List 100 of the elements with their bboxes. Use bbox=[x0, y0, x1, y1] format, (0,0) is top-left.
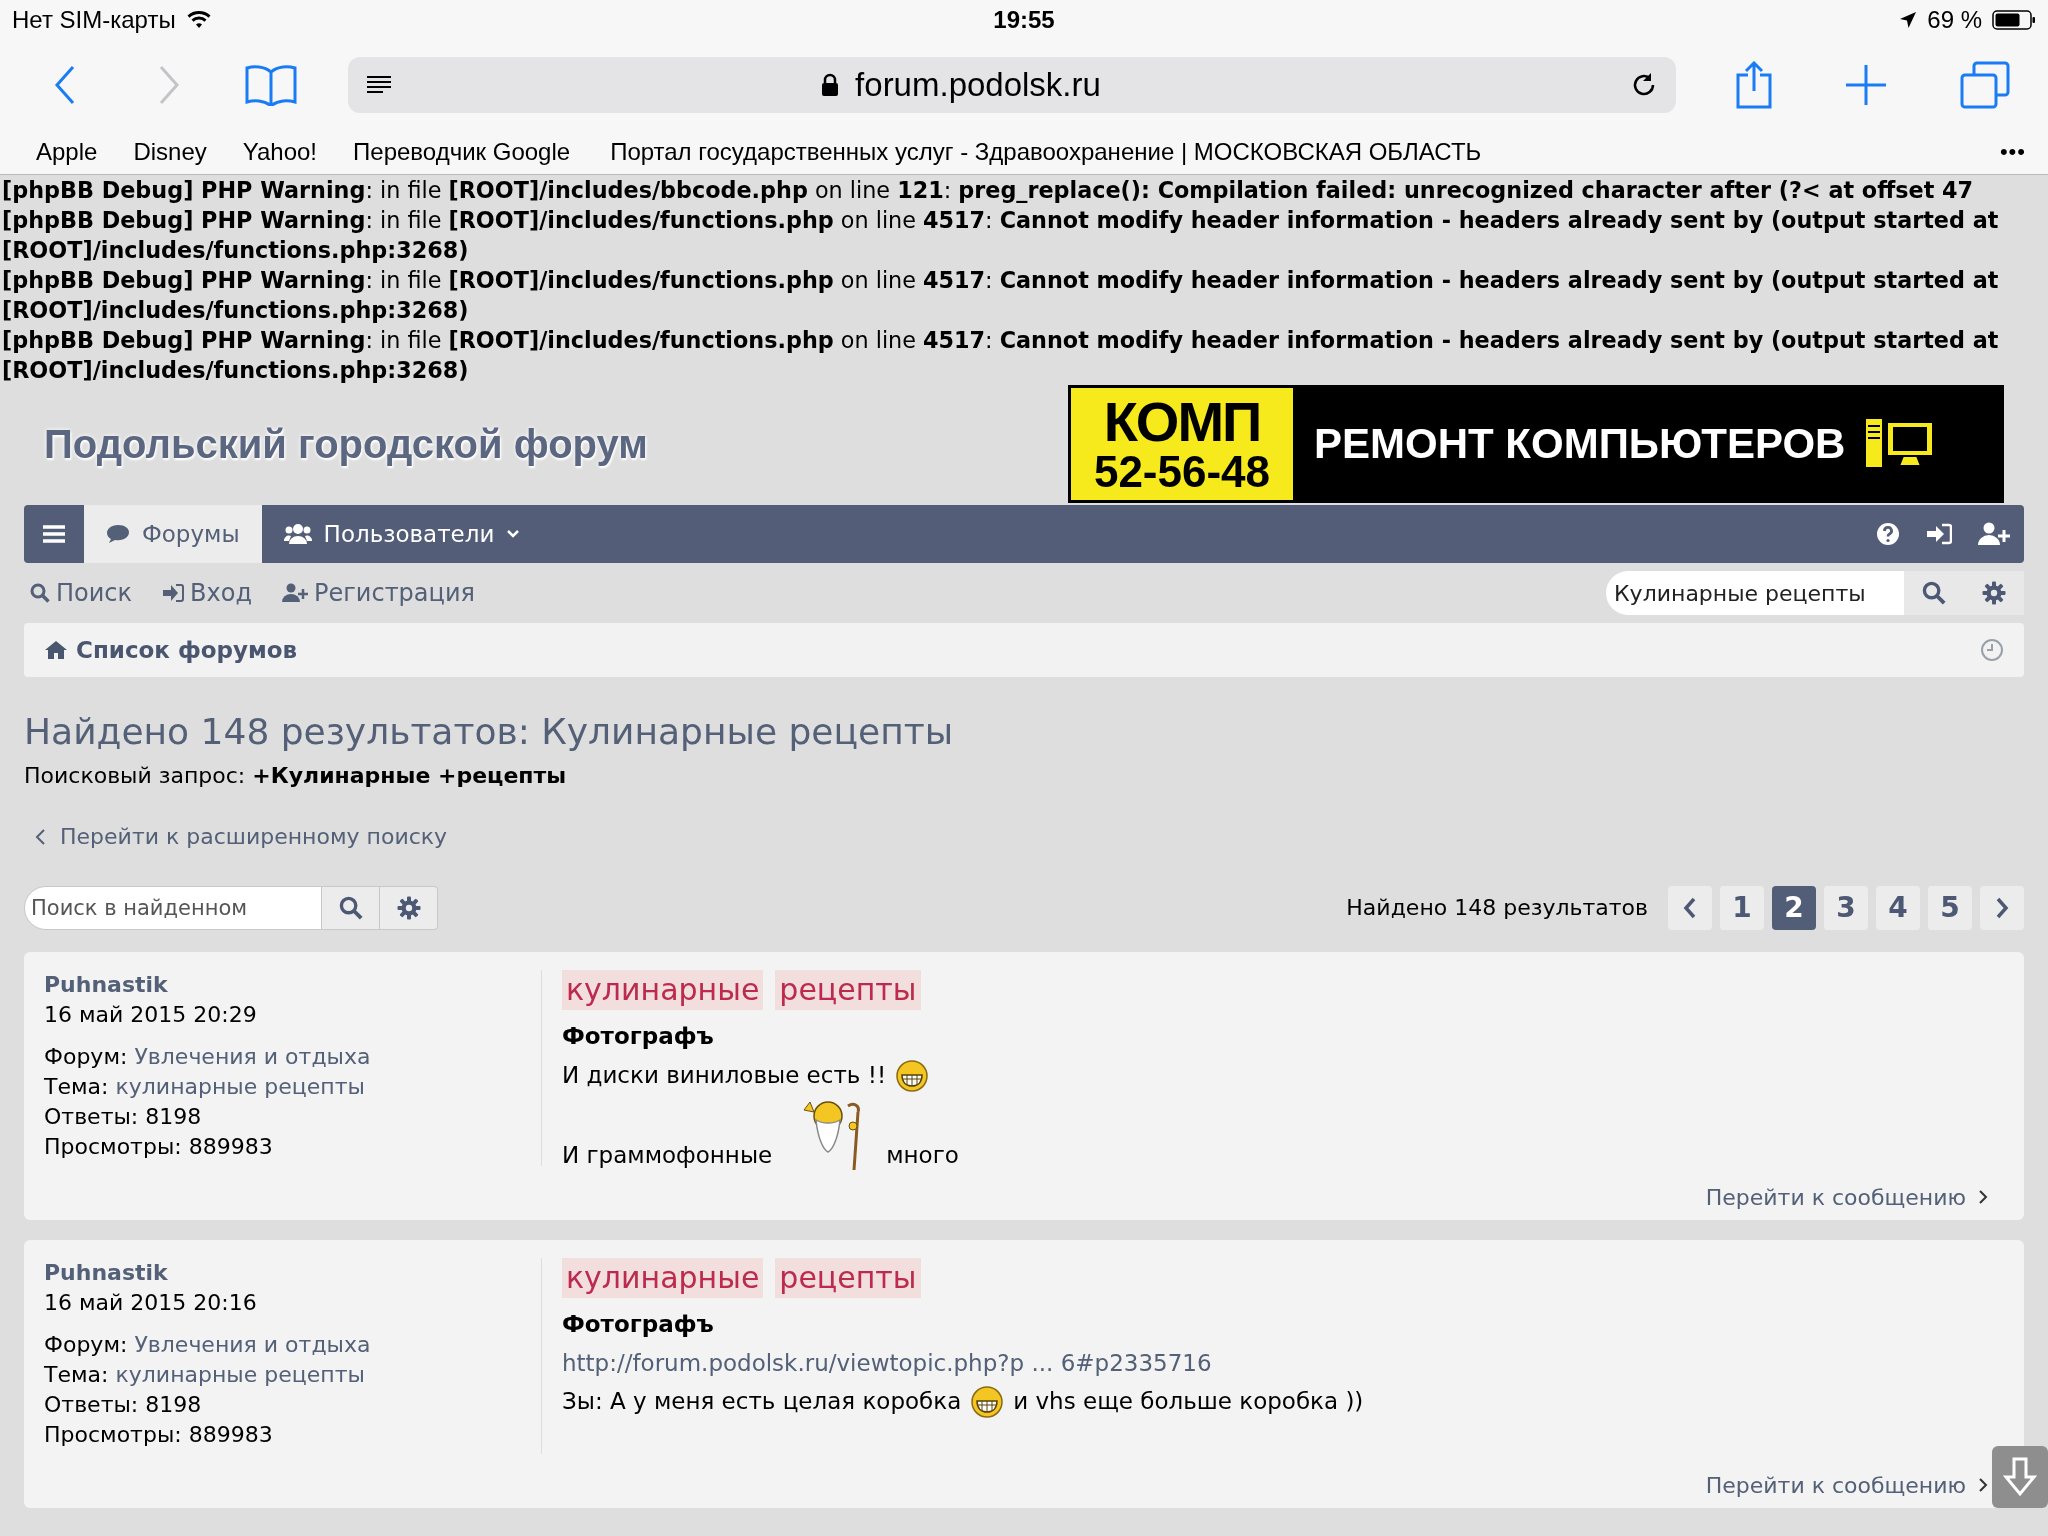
breadcrumb-link[interactable]: Список форумов bbox=[44, 637, 298, 663]
more-button[interactable]: ••• bbox=[1999, 139, 2026, 165]
search-field[interactable]: Кулинарные рецепты bbox=[1606, 571, 1904, 615]
post-text: И диски виниловые есть !! bbox=[562, 1060, 887, 1090]
chevron-left-icon[interactable] bbox=[34, 827, 46, 846]
quick-link[interactable]: Вход bbox=[162, 579, 252, 607]
meta-label: Ответы: bbox=[44, 1391, 139, 1417]
post-text: и vhs еще больше коробка )) bbox=[1013, 1386, 1364, 1416]
caret-icon[interactable] bbox=[506, 529, 521, 539]
meta-value: 8198 bbox=[145, 1103, 202, 1129]
highlighted-title-word[interactable]: кулинарные bbox=[562, 1257, 764, 1298]
search-query-text: Поисковый запрос: +Кулинарные +рецепты bbox=[24, 763, 568, 788]
speech-bubble-icon[interactable] bbox=[106, 524, 130, 544]
post-date: 16 май 2015 20:16 bbox=[44, 1288, 258, 1317]
meta-link[interactable]: кулинарные рецепты bbox=[115, 1361, 365, 1387]
add-user-icon[interactable] bbox=[282, 583, 308, 603]
banner-logo-text: КОМП bbox=[1103, 394, 1261, 450]
settings-button[interactable] bbox=[380, 885, 438, 930]
wifi-icon bbox=[185, 10, 212, 30]
post-text: много bbox=[886, 1140, 959, 1170]
bookmarks-book-icon[interactable] bbox=[244, 64, 298, 106]
meta-label: Просмотры: bbox=[44, 1421, 182, 1447]
go-to-post-link[interactable]: Перейти к сообщению bbox=[1705, 1472, 1988, 1498]
results-count: Найдено 148 результатов bbox=[1346, 895, 1648, 920]
meta-link[interactable]: Увлечения и отдыха bbox=[134, 1043, 371, 1069]
bookmark-link[interactable]: Apple bbox=[36, 138, 98, 166]
page-button[interactable]: 2 bbox=[1772, 885, 1816, 930]
page-button[interactable]: 3 bbox=[1824, 885, 1868, 930]
next-page-button[interactable] bbox=[1980, 885, 2024, 930]
previous-page-button[interactable] bbox=[1668, 885, 1712, 930]
forum-title[interactable]: Подольский городской форум bbox=[44, 421, 648, 467]
chevron-left-icon[interactable] bbox=[1683, 896, 1697, 919]
chevron-right-icon[interactable] bbox=[1978, 1189, 1988, 1205]
post-text: И граммофонные bbox=[562, 1140, 773, 1170]
author-name[interactable]: Puhnastik bbox=[44, 1257, 541, 1288]
settings-icon[interactable] bbox=[1982, 581, 2006, 605]
meta-label: Ответы: bbox=[44, 1103, 139, 1129]
url-text: forum.podolsk.ru bbox=[855, 66, 1101, 104]
chevron-right-icon[interactable] bbox=[1995, 896, 2009, 919]
post-link[interactable]: http://forum.podolsk.ru/viewtopic.php?p ... 6#p2335716 bbox=[562, 1345, 1212, 1380]
address-bar[interactable]: forum.podolsk.ru bbox=[348, 57, 1676, 113]
search-button[interactable] bbox=[322, 885, 380, 930]
banner-slogan: РЕМОНТ КОМПЬЮТЕРОВ bbox=[1314, 420, 1846, 468]
lock-icon bbox=[821, 73, 840, 97]
meta-link[interactable]: Увлечения и отдыха bbox=[134, 1331, 371, 1357]
search-icon[interactable] bbox=[1922, 581, 1946, 605]
quick-link[interactable]: Регистрация bbox=[282, 579, 475, 607]
home-icon[interactable] bbox=[44, 640, 68, 660]
chevron-right-icon[interactable] bbox=[1978, 1477, 1988, 1493]
bookmark-link[interactable]: Disney bbox=[133, 138, 207, 166]
post-subject: Фотографъ bbox=[562, 1309, 715, 1339]
nav-tab[interactable]: Форумы bbox=[84, 505, 262, 563]
grinning-smiley-icon bbox=[896, 1059, 929, 1092]
page-button[interactable]: 4 bbox=[1876, 885, 1920, 930]
clock-time: 19:55 bbox=[993, 6, 1055, 34]
users-icon[interactable] bbox=[283, 523, 312, 545]
meta-value: 8198 bbox=[145, 1391, 202, 1417]
tabs-icon[interactable] bbox=[1960, 61, 2010, 109]
page-button[interactable]: 5 bbox=[1928, 885, 1972, 930]
share-icon[interactable] bbox=[1736, 61, 1772, 109]
highlighted-title-word[interactable]: рецепты bbox=[775, 1257, 921, 1298]
help-icon[interactable] bbox=[1876, 522, 1900, 546]
search-icon[interactable] bbox=[338, 895, 363, 920]
debug-warning-text: [phpBB Debug] PHP Warning: in file [ROOT]/includes/bbcode.php on line 121: preg_replace(): Compilation failed: unrecognized character after (?< at offset 47 bbox=[2, 176, 1975, 205]
meta-value: 889983 bbox=[188, 1421, 273, 1447]
author-name[interactable]: Puhnastik bbox=[44, 969, 541, 1000]
search-button[interactable] bbox=[1904, 571, 1964, 615]
bookmark-link[interactable]: Переводчик Google bbox=[353, 138, 571, 166]
meta-label: Тема: bbox=[44, 1073, 109, 1099]
register-user-icon[interactable] bbox=[1978, 522, 2010, 546]
meta-label: Просмотры: bbox=[44, 1133, 182, 1159]
meta-label: Тема: bbox=[44, 1361, 109, 1387]
grinning-smiley-icon bbox=[971, 1385, 1004, 1418]
reader-icon[interactable] bbox=[366, 75, 392, 95]
bookmark-link[interactable]: Yahoo! bbox=[242, 138, 318, 166]
quick-link[interactable]: Поиск bbox=[30, 579, 133, 607]
go-to-post-link[interactable]: Перейти к сообщению bbox=[1705, 1184, 1988, 1210]
bookmark-link[interactable]: Портал государственных услуг - Здравоохранение | МОСКОВСКАЯ ОБЛАСТЬ bbox=[610, 138, 1482, 166]
nav-tab[interactable]: Пользователи bbox=[261, 505, 543, 563]
post-date: 16 май 2015 20:29 bbox=[44, 1000, 258, 1029]
settings-button[interactable] bbox=[1964, 571, 2024, 615]
carrier-label: Нет SIM-карты bbox=[12, 6, 176, 34]
menu-icon[interactable] bbox=[43, 524, 65, 544]
meta-link[interactable]: кулинарные рецепты bbox=[115, 1073, 365, 1099]
debug-warning-text: [phpBB Debug] PHP Warning: in file [ROOT]/includes/functions.php on line 4517: Cannot modify header information - headers already sent by (output started at [ROOT]/includes/functions.php:3268) bbox=[2, 206, 2000, 265]
search-icon[interactable] bbox=[30, 583, 50, 603]
page-button[interactable]: 1 bbox=[1720, 885, 1764, 930]
search-within-field[interactable]: Поиск в найденном bbox=[24, 885, 322, 930]
back-button[interactable] bbox=[54, 65, 76, 105]
down-arrow-icon[interactable] bbox=[2003, 1456, 2037, 1497]
battery-icon bbox=[1992, 10, 2036, 30]
meta-value: 889983 bbox=[188, 1133, 273, 1159]
login-icon[interactable] bbox=[162, 583, 185, 603]
highlighted-title-word[interactable]: кулинарные bbox=[562, 969, 764, 1010]
post-text: Зы: А у меня есть целая коробка bbox=[562, 1386, 962, 1416]
debug-warning-text: [phpBB Debug] PHP Warning: in file [ROOT]/includes/functions.php on line 4517: Cannot modify header information - headers already sent by (output started at [ROOT]/includes/functions.php:3268) bbox=[2, 326, 2000, 385]
login-icon[interactable] bbox=[1926, 523, 1952, 545]
advanced-search-link[interactable]: Перейти к расширенному поиску bbox=[34, 824, 448, 849]
highlighted-title-word[interactable]: рецепты bbox=[775, 969, 921, 1010]
new-tab-plus-icon[interactable] bbox=[1844, 63, 1888, 107]
